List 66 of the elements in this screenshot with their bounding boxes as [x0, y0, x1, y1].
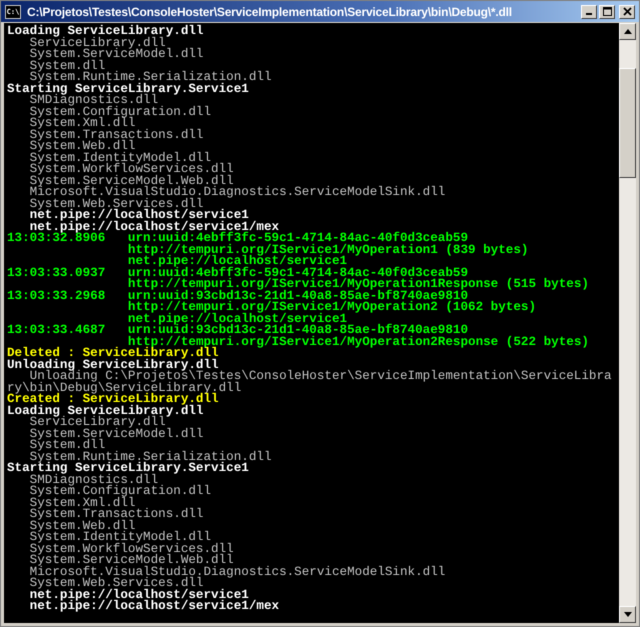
- console-line: Microsoft.VisualStudio.Diagnostics.ServiceModelSink.dll: [28, 187, 446, 198]
- console-line: System.WorkflowServices.dll: [28, 544, 235, 555]
- console-line: Microsoft.VisualStudio.Diagnostics.ServiceModelSink.dll: [28, 566, 446, 578]
- scrollbar[interactable]: [619, 23, 636, 623]
- close-button[interactable]: [619, 4, 635, 18]
- scroll-thumb[interactable]: [619, 68, 636, 178]
- timestamp: 13:03:32.8906: [7, 233, 106, 244]
- console-line: Starting ServiceLibrary.Service1: [7, 84, 249, 95]
- console-line: System.Runtime.Serialization.dll: [30, 72, 273, 84]
- log-message: net.pipe://localhost/service1: [128, 314, 348, 325]
- log-message: http://tempuri.org/IService1/MyOperation2Response (522 bytes): [128, 336, 590, 348]
- console-line: System.dll: [28, 440, 106, 452]
- timestamp: 13:03:33.0937: [7, 268, 106, 279]
- console-line: System.Transactions.dll: [28, 130, 204, 141]
- console-line: SMDiagnostics.dll: [30, 474, 158, 486]
- console-line: System.dll: [28, 60, 106, 72]
- console-line: SMDiagnostics.dll: [30, 95, 158, 106]
- console-line: net.pipe://localhost/service1: [28, 210, 249, 222]
- console-line: Unloading ServiceLibrary.dll: [7, 360, 219, 371]
- console-line: Unloading C:\Projetos\Testes\ConsoleHoster\ServiceImplementation\ServiceLibrary\bin\Debug\ServiceLibrary.dll: [7, 371, 613, 394]
- console-line: System.Web.dll: [28, 141, 136, 152]
- close-icon: [622, 7, 632, 16]
- maximize-button[interactable]: [599, 4, 615, 18]
- console-line: Starting ServiceLibrary.Service1: [7, 463, 249, 474]
- timestamp: 13:03:33.2968: [7, 290, 106, 302]
- down-arrow-icon: [624, 612, 632, 617]
- console-line: System.ServiceModel.Web.dll: [28, 555, 234, 566]
- log-message: urn:uuid:4ebff3fc-59c1-4714-84ac-40f0d3ceab59: [128, 233, 468, 244]
- log-message: http://tempuri.org/IService1/MyOperation1 (839 bytes): [128, 244, 530, 256]
- log-message: urn:uuid:93cbd13c-21d1-40a8-85ae-bf8740ae9810: [128, 325, 468, 336]
- console-line: net.pipe://localhost/service1: [28, 590, 249, 601]
- log-message: urn:uuid:4ebff3fc-59c1-4714-84ac-40f0d3ceab59: [128, 268, 468, 279]
- minimize-button[interactable]: [581, 4, 597, 18]
- console-line: System.Transactions.dll: [28, 509, 204, 520]
- console-line: System.Web.Services.dll: [28, 198, 204, 210]
- console-line: ServiceLibrary.dll: [30, 417, 166, 428]
- console-line: Loading ServiceLibrary.dll: [7, 26, 204, 38]
- event-line: Deleted : ServiceLibrary.dll: [7, 348, 219, 360]
- console-line: net.pipe://localhost/service1/mex: [28, 601, 280, 612]
- log-message: urn:uuid:93cbd13c-21d1-40a8-85ae-bf8740ae9810: [128, 290, 468, 302]
- scroll-down-button[interactable]: [619, 606, 636, 623]
- maximize-icon: [602, 7, 612, 16]
- console-line: System.Web.Services.dll: [28, 578, 204, 590]
- up-arrow-icon: [624, 29, 632, 34]
- log-message: http://tempuri.org/IService1/MyOperation2 (1062 bytes): [128, 302, 538, 314]
- console-line: System.Runtime.Serialization.dll: [30, 452, 273, 463]
- console-line: System.IdentityModel.dll: [28, 532, 212, 544]
- scroll-up-button[interactable]: [619, 23, 636, 40]
- console-line: net.pipe://localhost/service1/mex: [30, 222, 280, 233]
- log-message: net.pipe://localhost/service1: [128, 256, 348, 268]
- timestamp: 13:03:33.4687: [7, 325, 106, 336]
- window-title: C:\Projetos\Testes\ConsoleHoster\ServiceImplementation\ServiceLibrary\bin\Debug\*.dll: [27, 4, 513, 18]
- event-line: Created : ServiceLibrary.dll: [7, 394, 219, 406]
- console-line: System.Web.dll: [28, 520, 136, 532]
- console-line: System.ServiceModel.dll: [28, 428, 204, 440]
- console-line: Loading ServiceLibrary.dll: [7, 406, 204, 417]
- console-line: System.IdentityModel.dll: [28, 152, 212, 164]
- console-line: System.ServiceModel.dll: [28, 49, 204, 60]
- console-line: System.WorkflowServices.dll: [28, 164, 235, 176]
- console-line: System.Xml.dll: [28, 118, 136, 130]
- log-message: http://tempuri.org/IService1/MyOperation1Response (515 bytes): [128, 279, 590, 290]
- console-line: ServiceLibrary.dll: [30, 38, 166, 49]
- console-line: System.Configuration.dll: [28, 106, 212, 118]
- console-line: System.ServiceModel.Web.dll: [28, 176, 234, 187]
- console-line: System.Xml.dll: [28, 498, 136, 509]
- console-line: System.Configuration.dll: [28, 486, 212, 498]
